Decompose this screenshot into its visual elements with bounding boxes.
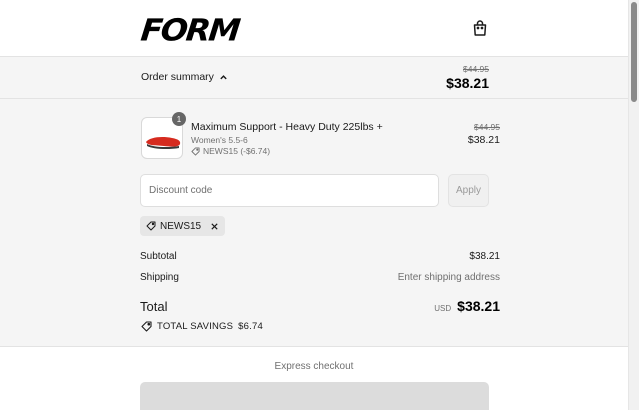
scrollbar-thumb[interactable] [631, 2, 637, 102]
product-variant: Women's 5.5-6 [191, 135, 248, 145]
applied-discount-chip: NEWS15 [140, 216, 226, 236]
total-value: $38.21 [457, 298, 500, 314]
product-original-price: $44.95 [474, 122, 500, 132]
tag-icon [191, 146, 200, 156]
total-savings: TOTAL SAVINGS $6.74 [141, 321, 263, 332]
express-checkout-label: Express checkout [274, 361, 354, 372]
total-amount: USD $38.21 [434, 298, 500, 314]
order-summary-label: Order summary [141, 71, 214, 83]
apply-discount-button[interactable]: Apply [448, 174, 489, 207]
currency-code: USD [434, 304, 452, 313]
subtotal-label: Subtotal [140, 251, 177, 262]
express-checkout-button[interactable] [140, 382, 489, 410]
total-label: Total [140, 299, 168, 314]
brand-logo[interactable]: FORM [139, 12, 240, 48]
applied-discount-code: NEWS15 [160, 220, 202, 232]
quantity-badge: 1 [172, 112, 186, 126]
product-discount-label: NEWS15 (-$6.74) [203, 146, 271, 156]
site-header: FORM [0, 0, 628, 57]
discount-code-input[interactable] [140, 174, 439, 207]
page-scrollbar[interactable] [628, 0, 639, 410]
shipping-label: Shipping [140, 272, 179, 283]
product-name: Maximum Support - Heavy Duty 225lbs + [191, 121, 383, 133]
chevron-up-icon [220, 74, 227, 79]
order-summary-panel [0, 99, 628, 347]
product-price: $38.21 [467, 134, 500, 146]
order-summary-toggle[interactable]: Order summary [141, 71, 228, 83]
tag-icon [146, 221, 156, 231]
remove-discount-icon[interactable] [210, 222, 219, 231]
order-summary-bar: Order summary $44.95 $38.21 [0, 57, 628, 99]
shopping-bag-icon[interactable] [471, 19, 489, 37]
tag-icon [141, 321, 152, 332]
shipping-value: Enter shipping address [397, 272, 500, 283]
product-discount: NEWS15 (-$6.74) [191, 146, 270, 156]
summary-original-total: $44.95 [463, 64, 489, 74]
summary-total: $38.21 [446, 75, 489, 91]
savings-label: TOTAL SAVINGS [157, 321, 234, 332]
subtotal-value: $38.21 [469, 251, 500, 262]
savings-value: $6.74 [238, 321, 263, 332]
